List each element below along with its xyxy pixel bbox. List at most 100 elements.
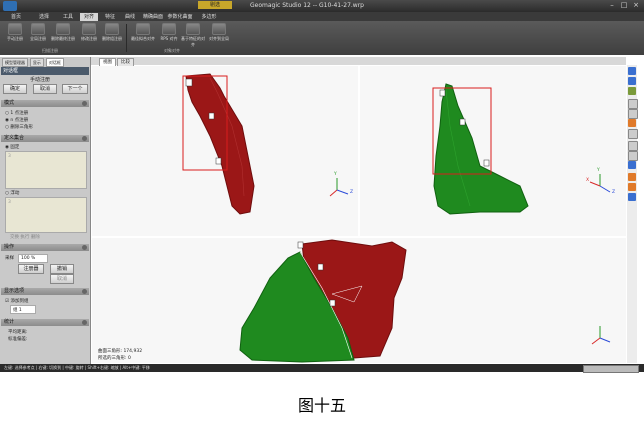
viewport-fixed[interactable]: Y Z [92, 66, 358, 236]
mode-option-npt[interactable]: ◉ n 点注册 [5, 117, 28, 123]
axis-z-label: Z [350, 190, 354, 195]
viewport-floating[interactable]: Y X Z [360, 66, 626, 236]
section-define-set[interactable]: 定义集合 [1, 135, 89, 142]
register-button[interactable]: 注册器 [18, 264, 44, 274]
view-icon[interactable] [628, 67, 636, 75]
tool-icon[interactable] [628, 183, 636, 191]
collapse-icon[interactable] [82, 320, 87, 325]
fixed-mesh[interactable] [92, 66, 358, 236]
tab-align[interactable]: 对齐 [80, 13, 98, 21]
modify-register-button[interactable]: 修改注册 [78, 23, 100, 45]
best-fit-align-button[interactable]: 最佳拟合对齐 [130, 23, 156, 45]
feature-align-button[interactable]: 基于特征的对齐 [180, 23, 206, 47]
title-bar: 剔选 Geomagic Studio 12 -- G10-41-27.wrp –… [0, 0, 644, 12]
tab-polygons[interactable]: 多边形 [198, 13, 220, 21]
fixed-radio[interactable]: ◉ 固定 [5, 144, 19, 150]
undo-button[interactable]: 撤销 [50, 264, 74, 274]
axis-y-label: Y [334, 172, 337, 177]
ok-button[interactable]: 确定 [3, 84, 27, 94]
dialog-panel: 模型管理器 显示 对话框 对话框 手动注册 确定 取消 下一个 模式 ○ 1 点… [0, 57, 91, 364]
group-select[interactable]: 组 1 [10, 305, 36, 314]
axis-triad [591, 326, 611, 345]
tab-exact-surfaces[interactable]: 精确曲面 [140, 13, 166, 21]
rps-align-button[interactable]: RPS 对齐 [158, 23, 180, 45]
section-stats[interactable]: 统计 [1, 319, 89, 326]
tool-icon[interactable] [628, 173, 636, 181]
sample-select[interactable]: 100 % [18, 254, 48, 263]
mode-option-1pt[interactable]: ○ 1 点注册 [5, 110, 28, 116]
operation-cancel-button[interactable]: 取消 [50, 274, 74, 284]
select-icon[interactable] [628, 109, 638, 119]
fixed-list[interactable]: 3 [5, 151, 87, 189]
context-tab-label: 剔选 [198, 1, 232, 9]
marker-3[interactable] [329, 299, 336, 307]
color-icon[interactable] [628, 119, 636, 127]
marker-3[interactable] [215, 157, 222, 165]
rotate-icon[interactable] [628, 129, 638, 139]
marker-3[interactable] [483, 159, 490, 167]
menu-tabs: 首页 选择 工具 对齐 特征 曲线 精确曲面 参数化曲面 多边形 [0, 12, 644, 21]
tab-model-manager[interactable]: 模型管理器 [2, 58, 28, 67]
axis-triad [589, 174, 611, 193]
global-register-button[interactable]: 全局注册 [27, 23, 49, 45]
swap-actions[interactable]: 交换 执行 删除 [10, 234, 40, 240]
align-global-button[interactable]: 对齐到全局 [208, 23, 230, 45]
collapse-icon[interactable] [82, 136, 87, 141]
delete-final-register-button[interactable]: 删除最终注册 [50, 23, 76, 45]
mode-option-delete[interactable]: ○ 删除三角形 [5, 124, 33, 130]
zoom-icon[interactable] [628, 151, 638, 161]
minimize-icon[interactable]: – [608, 2, 616, 9]
maximize-icon[interactable]: □ [620, 2, 628, 9]
manual-register-button[interactable]: 手动注册 [4, 23, 26, 45]
surface-triangles-readout: 曲面三角形: 174,932 [98, 349, 143, 354]
marker-2[interactable] [208, 112, 215, 120]
result-mesh[interactable] [92, 238, 626, 363]
section-mode[interactable]: 模式 [1, 100, 89, 107]
fixed-list-item[interactable]: 3 [8, 154, 11, 159]
tab-param-surfaces[interactable]: 参数化曲面 [166, 13, 194, 21]
select-icon[interactable] [628, 99, 638, 109]
collapse-icon[interactable] [82, 101, 87, 106]
align-global-icon [212, 23, 226, 35]
collapse-icon[interactable] [82, 245, 87, 250]
marker-1[interactable] [185, 78, 193, 87]
section-display-options[interactable]: 显示选项 [1, 288, 89, 295]
floating-mesh[interactable] [360, 66, 626, 236]
marker-1[interactable] [297, 241, 304, 249]
tool-icon[interactable] [628, 193, 636, 201]
tab-features[interactable]: 特征 [100, 13, 120, 21]
floating-list-item[interactable]: 3 [8, 200, 11, 205]
ribbon-group-object-align: 对象对齐 [164, 48, 180, 53]
floating-radio[interactable]: ○ 浮动 [5, 190, 19, 196]
rps-icon [162, 23, 176, 35]
marker-1[interactable] [439, 89, 446, 97]
progress-bar [583, 365, 639, 373]
light-icon[interactable] [628, 87, 636, 95]
section-operation[interactable]: 操作 [1, 244, 89, 251]
viewport-result[interactable]: 曲面三角形: 174,932 所选的三角形: 0 [92, 238, 626, 363]
tab-home[interactable]: 首页 [6, 13, 26, 21]
marker-2[interactable] [459, 118, 466, 126]
ribbon-separator [126, 24, 127, 52]
collapse-icon[interactable] [82, 289, 87, 294]
panel-header: 对话框 [1, 67, 89, 75]
view-tabs: 视图 比较 [91, 57, 626, 67]
cancel-button[interactable]: 取消 [33, 84, 57, 94]
delete-group-register-button[interactable]: 删除组注册 [100, 23, 124, 45]
marker-2[interactable] [317, 263, 324, 271]
next-button[interactable]: 下一个 [62, 84, 88, 94]
app-menu-icon[interactable] [3, 1, 17, 11]
tab-dialog[interactable]: 对话框 [45, 58, 64, 67]
add-to-group-checkbox[interactable]: ☑ 添加到组 [5, 298, 28, 304]
status-text: 左键: 选择参考点 | 右键: 切换到 | 中键: 旋转 | Shift+右键:… [4, 365, 150, 370]
view-icon[interactable] [628, 77, 636, 85]
close-icon[interactable]: × [632, 2, 640, 9]
feature-icon [186, 23, 200, 35]
tab-tools[interactable]: 工具 [58, 13, 78, 21]
tab-curves[interactable]: 曲线 [120, 13, 140, 21]
tab-select[interactable]: 选择 [34, 13, 54, 21]
fit-icon[interactable] [628, 161, 636, 169]
tab-display[interactable]: 显示 [29, 58, 44, 67]
pan-icon[interactable] [628, 141, 638, 151]
floating-list[interactable]: 3 [5, 197, 87, 233]
